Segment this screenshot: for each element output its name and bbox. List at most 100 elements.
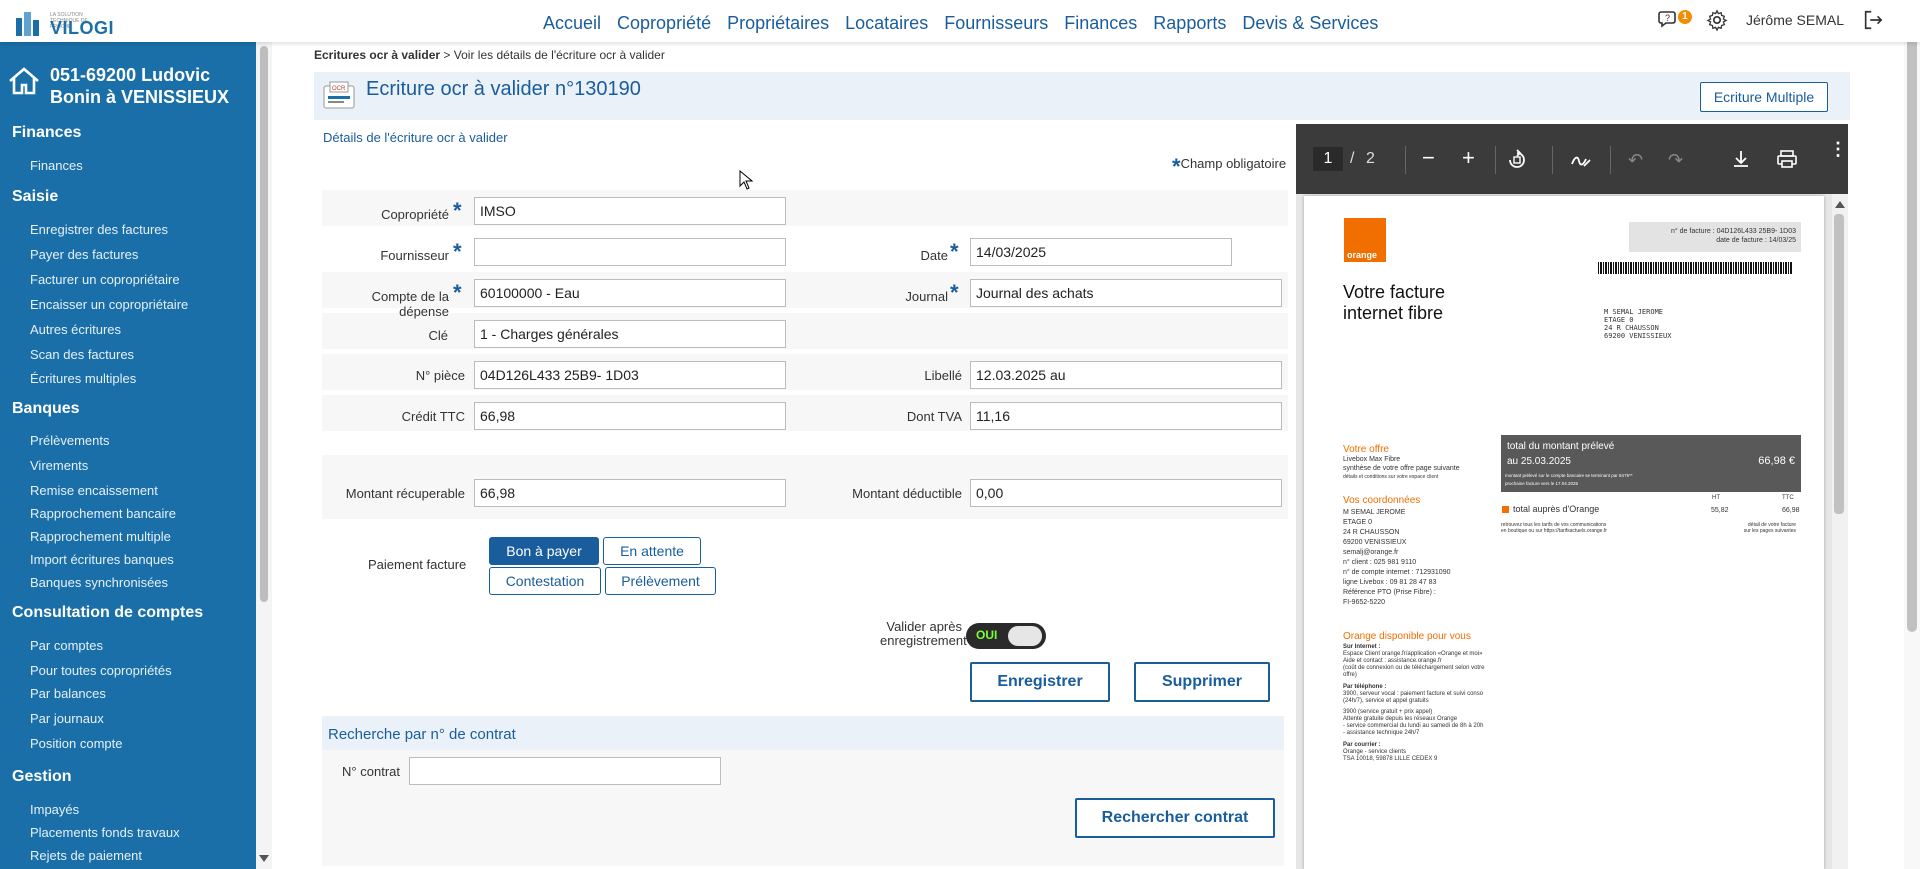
sidebar-section-finances[interactable]: Finances [12, 124, 81, 142]
date-label: Date [920, 248, 948, 263]
dont-tva-field[interactable]: 11,16 [970, 402, 1282, 430]
sidebar-item-facturer-copro[interactable]: Facturer un copropriétaire [30, 272, 180, 287]
sidebar-section-consultation[interactable]: Consultation de comptes [12, 604, 203, 622]
help-heading: Orange disponible pour vous [1343, 631, 1471, 642]
sidebar-item-banques-synchronisees[interactable]: Banques synchronisées [30, 575, 168, 590]
logout-icon[interactable] [1862, 9, 1884, 31]
copropriete-field[interactable]: IMSO [474, 197, 786, 225]
sidebar-scrollbar-thumb[interactable] [260, 46, 268, 602]
sidebar-copro-title[interactable]: 051-69200 Ludovic Bonin à VENISSIEUX [50, 64, 250, 108]
user-name[interactable]: Jérôme SEMAL [1746, 12, 1844, 28]
nav-devis-services[interactable]: Devis & Services [1242, 13, 1378, 34]
valider-apres-label: Valider après enregistrement [880, 619, 967, 648]
help-notifications-button[interactable]: ? 1 [1658, 8, 1692, 32]
sidebar-item-encaisser-copro[interactable]: Encaisser un copropriétaire [30, 297, 188, 312]
pdf-scroll-up-icon[interactable] [1835, 200, 1845, 208]
vilogi-logo[interactable]: LA SOLUTION TECHNIQUE DE PROCHE VILOGI [12, 8, 114, 38]
nav-proprietaires[interactable]: Propriétaires [727, 13, 829, 34]
libelle-field[interactable]: 12.03.2025 au [970, 361, 1282, 389]
sidebar-item-par-comptes[interactable]: Par comptes [30, 638, 103, 653]
sidebar-item-enregistrer-factures[interactable]: Enregistrer des factures [30, 222, 168, 237]
fournisseur-required-star: * [453, 239, 462, 264]
table-ht-value: 55,82 [1711, 507, 1729, 514]
sidebar-item-scan-factures[interactable]: Scan des factures [30, 347, 134, 362]
nav-finances[interactable]: Finances [1064, 13, 1137, 34]
sidebar-item-payer-factures[interactable]: Payer des factures [30, 247, 138, 262]
table-ttc-value: 66,98 [1782, 507, 1800, 514]
sidebar-item-finances[interactable]: Finances [30, 158, 83, 173]
contrat-field[interactable] [409, 757, 721, 785]
sidebar-item-virements[interactable]: Virements [30, 458, 88, 473]
user-area: ? 1 Jérôme SEMAL [1658, 8, 1884, 32]
sidebar-item-import-ecritures[interactable]: Import écritures banques [30, 552, 174, 567]
more-options-icon[interactable]: ⋮ [1829, 140, 1847, 158]
sidebar-section-gestion[interactable]: Gestion [12, 768, 72, 786]
table-col-ht: HT [1712, 495, 1720, 501]
ocr-icon-label: OCR [332, 86, 346, 92]
form-row-bg [322, 313, 1288, 349]
breadcrumb-parent-link[interactable]: Ecritures ocr à valider [314, 48, 440, 62]
journal-field[interactable]: Journal des achats [970, 279, 1282, 307]
credit-ttc-field[interactable]: 66,98 [474, 402, 786, 430]
sidebar-item-remise-encaissement[interactable]: Remise encaissement [30, 483, 158, 498]
pdf-scrollbar-thumb[interactable] [1834, 214, 1844, 514]
payment-option-prelevement[interactable]: Prélèvement [605, 567, 716, 595]
home-icon[interactable] [8, 66, 40, 96]
table-notes-right: détail de votre facture sur les pages su… [1743, 522, 1796, 534]
rotate-icon[interactable] [1506, 149, 1528, 171]
nav-accueil[interactable]: Accueil [543, 13, 601, 34]
print-icon[interactable] [1776, 149, 1798, 169]
sidebar-scroll-down-icon[interactable] [259, 855, 269, 863]
nav-fournisseurs[interactable]: Fournisseurs [944, 13, 1048, 34]
sidebar-item-rapprochement-multiple[interactable]: Rapprochement multiple [30, 529, 171, 544]
download-icon[interactable] [1731, 149, 1751, 169]
cle-label: Clé [428, 328, 448, 343]
sidebar-item-placements-fonds[interactable]: Placements fonds travaux [30, 825, 180, 840]
sidebar-item-prelevements[interactable]: Prélèvements [30, 433, 109, 448]
ecriture-multiple-button[interactable]: Ecriture Multiple [1700, 82, 1828, 112]
sidebar-item-impayes[interactable]: Impayés [30, 802, 79, 817]
redo-icon[interactable]: ↷ [1668, 150, 1683, 171]
sidebar-section-banques[interactable]: Banques [12, 400, 80, 418]
montant-recuperable-label: Montant récuperable [345, 486, 465, 501]
fournisseur-field[interactable] [474, 238, 786, 266]
valider-apres-toggle[interactable]: OUI [966, 623, 1046, 649]
zoom-in-icon[interactable]: + [1462, 145, 1475, 171]
compte-depense-label: Compte de la dépense [371, 289, 449, 319]
nav-rapports[interactable]: Rapports [1153, 13, 1226, 34]
payment-option-en-attente[interactable]: En attente [603, 537, 701, 565]
pdf-page-input[interactable]: 1 [1313, 147, 1343, 171]
montant-recuperable-field[interactable]: 66,98 [474, 479, 786, 507]
orange-logo: orange [1344, 218, 1386, 262]
enregistrer-button[interactable]: Enregistrer [970, 662, 1110, 702]
settings-gear-icon[interactable] [1706, 9, 1728, 31]
draw-signature-icon[interactable] [1570, 150, 1592, 170]
sidebar-item-par-journaux[interactable]: Par journaux [30, 711, 104, 726]
sidebar-item-rapprochement-bancaire[interactable]: Rapprochement bancaire [30, 506, 176, 521]
compte-depense-field[interactable]: 60100000 - Eau [474, 279, 786, 307]
sidebar-item-autres-ecritures[interactable]: Autres écritures [30, 322, 121, 337]
payment-option-bon-a-payer[interactable]: Bon à payer [489, 537, 599, 565]
sidebar-item-par-balances[interactable]: Par balances [30, 686, 106, 701]
supprimer-button[interactable]: Supprimer [1134, 662, 1270, 702]
invoice-title: Votre facture internet fibre [1343, 282, 1446, 323]
payment-option-contestation[interactable]: Contestation [489, 567, 601, 595]
sidebar-item-toutes-coproprietes[interactable]: Pour toutes copropriétés [30, 663, 172, 678]
date-field[interactable]: 14/03/2025 [970, 238, 1232, 266]
piece-field[interactable]: 04D126L433 25B9- 1D03 [474, 361, 786, 389]
sidebar-section-saisie[interactable]: Saisie [12, 188, 58, 206]
sidebar-item-rejets-paiement[interactable]: Rejets de paiement [30, 848, 142, 863]
toggle-knob [1008, 626, 1042, 646]
rechercher-contrat-button[interactable]: Rechercher contrat [1075, 798, 1275, 838]
breadcrumb-current: Voir les détails de l'écriture ocr à val… [453, 48, 665, 62]
sidebar-item-position-compte[interactable]: Position compte [30, 736, 123, 751]
undo-icon[interactable]: ↶ [1628, 150, 1643, 171]
page-scrollbar-thumb[interactable] [1907, 22, 1917, 632]
cle-field[interactable]: 1 - Charges générales [474, 320, 786, 348]
sidebar-item-ecritures-multiples[interactable]: Écritures multiples [30, 371, 136, 386]
nav-locataires[interactable]: Locataires [845, 13, 928, 34]
montant-deductible-field[interactable]: 0,00 [970, 479, 1282, 507]
zoom-out-icon[interactable]: − [1422, 145, 1435, 171]
nav-copropriete[interactable]: Copropriété [617, 13, 711, 34]
invoice-number: n° de facture : 04D126L433 25B9- 1D03 [1671, 228, 1796, 235]
